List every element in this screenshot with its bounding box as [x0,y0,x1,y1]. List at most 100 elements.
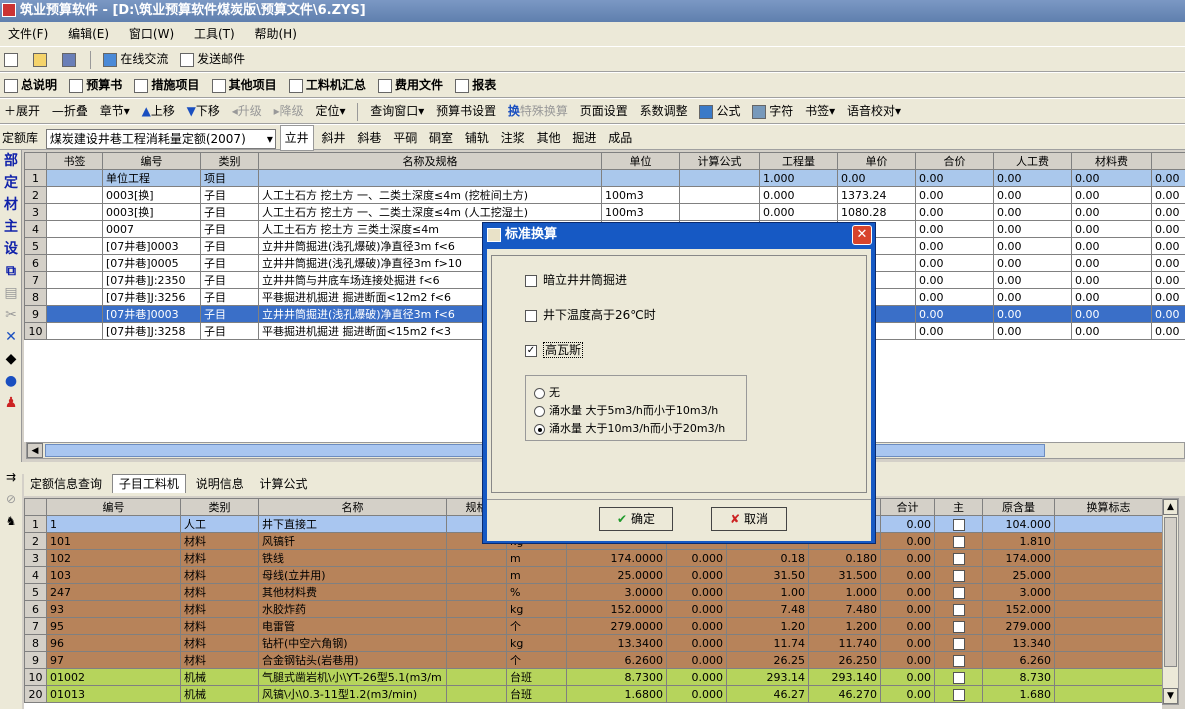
quota-filter-button[interactable]: 成品 [604,126,636,150]
row-number[interactable]: 8 [24,288,47,306]
quota-filter-button[interactable]: 铺轨 [461,126,493,150]
code-cell[interactable]: [07井巷]0005 [102,254,201,272]
table-row[interactable]: 7 95 材料 电雷管 个 279.0000 0.000 1.20 1.200 0.00 279.0… [24,617,1162,635]
table-row[interactable]: 8 96 材料 钻杆(中空六角钢) kg 13.3400 0.000 11.74 11.740 0… [24,634,1162,652]
type-cell[interactable]: 材料 [180,532,259,550]
main-material-checkbox[interactable] [952,518,965,531]
extra-cell[interactable]: 0.00 [1151,169,1185,187]
quota-filter-button[interactable]: 硐室 [425,126,457,150]
code-cell[interactable]: [07井巷]J:2350 [102,271,201,289]
unit-cell[interactable]: 100m3 [601,203,680,221]
type-cell[interactable]: 人工 [180,515,259,533]
budget-settings-button[interactable]: 预算书设置 [432,99,500,123]
main-material-checkbox[interactable] [952,569,965,582]
checkbox-high-gas[interactable]: ✓ [525,344,537,357]
flag-cell[interactable] [1054,549,1162,567]
flag-cell[interactable] [1054,532,1162,550]
main-material-checkbox[interactable] [952,620,965,633]
radio-inflow-5-10[interactable]: 涌水量 大于5m3/h而小于10m3/h [534,402,718,418]
orig-cell[interactable]: 13.340 [982,634,1055,652]
extra-cell[interactable]: 0.00 [1151,220,1185,238]
spec-cell[interactable] [446,566,507,584]
col-header[interactable]: 书签 [46,152,103,170]
labor-cell[interactable]: 0.00 [993,288,1072,306]
type-cell[interactable]: 子目 [200,288,259,306]
main-material-checkbox[interactable] [952,654,965,667]
bookmark-button[interactable]: 书签▾ [801,99,839,123]
page-setup-button[interactable]: 页面设置 [576,99,632,123]
main-cell[interactable] [934,634,983,652]
delete-icon[interactable]: ✕ [0,326,22,348]
qty-cell[interactable]: 1.6800 [566,685,667,703]
extra-cell[interactable]: 0.00 [1151,203,1185,221]
type-cell[interactable]: 子目 [200,305,259,323]
col-header[interactable]: 合计 [880,498,935,516]
name-cell[interactable]: 人工土石方 挖土方 一、二类土深度≤4m (人工挖湿土) [258,203,602,221]
type-cell[interactable]: 材料 [180,600,259,618]
flag-cell[interactable] [1054,668,1162,686]
total-cell[interactable]: 0.00 [915,271,994,289]
sum-cell[interactable]: 0.00 [880,583,935,601]
total-cell[interactable]: 0.00 [915,203,994,221]
formula-button[interactable]: 公式 [695,99,744,123]
spec-cell[interactable] [446,583,507,601]
price-cell[interactable]: 0.00 [837,169,916,187]
price-cell[interactable]: 293.14 [726,668,809,686]
total-cell[interactable]: 0.00 [915,305,994,323]
tab-measures[interactable]: 措施项目 [130,73,203,97]
bookmark-cell[interactable] [46,288,103,306]
price2-cell[interactable]: 11.740 [808,634,881,652]
scroll-down-icon[interactable]: ▼ [1163,688,1178,704]
unit-cell[interactable]: % [506,583,567,601]
option-high-temp[interactable]: 井下温度高于26℃时 [525,306,656,323]
scrollbar-thumb[interactable] [1164,517,1177,667]
checkbox-dark-shaft[interactable] [525,274,537,287]
radio-none-dot[interactable] [534,387,545,399]
spec-cell[interactable] [446,600,507,618]
flag-cell[interactable] [1054,515,1162,533]
table-row[interactable]: 20 01013 机械 风镐\小\0.3-11型1.2(m3/min) 台班 1.6800… [24,685,1162,703]
unit-cell[interactable]: 个 [506,617,567,635]
new-file-button[interactable] [0,47,25,71]
bookmark-cell[interactable] [46,305,103,323]
row-number[interactable]: 7 [24,617,47,635]
qty-cell[interactable]: 152.0000 [566,600,667,618]
material-cell[interactable]: 0.00 [1071,237,1152,255]
tab-report[interactable]: 报表 [451,73,500,97]
material-cell[interactable]: 0.00 [1071,271,1152,289]
row-number[interactable]: 1 [24,515,47,533]
orig-cell[interactable]: 279.000 [982,617,1055,635]
radio-inflow-5-10-dot[interactable] [534,405,545,417]
total-cell[interactable]: 0.00 [915,322,994,340]
collapse-button[interactable]: —折叠 [48,99,92,123]
name-cell[interactable] [258,169,602,187]
orig-cell[interactable]: 1.680 [982,685,1055,703]
row-number[interactable]: 1 [24,169,47,187]
ok-button[interactable]: ✔ 确定 [599,507,673,531]
table-row[interactable]: 6 93 材料 水胶炸药 kg 152.0000 0.000 7.48 7.480 0.00 152… [24,600,1162,618]
insert-icon[interactable]: ⇉ [0,466,22,488]
price2-cell[interactable]: 0.180 [808,549,881,567]
extra-cell[interactable]: 0.00 [1151,186,1185,204]
row-number[interactable]: 8 [24,634,47,652]
price-cell[interactable]: 31.50 [726,566,809,584]
menu-help[interactable]: 帮助(H) [246,22,304,46]
menu-edit[interactable]: 编辑(E) [60,22,117,46]
material-cell[interactable]: 0.00 [1071,288,1152,306]
code-cell[interactable]: 95 [46,617,181,635]
bookmark-cell[interactable] [46,220,103,238]
table-row[interactable]: 3 0003[换] 子目 人工土石方 挖土方 一、二类土深度≤4m (人工挖湿土) 10… [24,203,1185,221]
tab-material-summary[interactable]: 工料机汇总 [285,73,370,97]
sum-cell[interactable]: 0.00 [880,600,935,618]
left-tool-button[interactable]: 定 [0,172,22,194]
menu-file[interactable]: 文件(F) [0,22,56,46]
locate-button[interactable]: 定位▾ [311,99,349,123]
qty2-cell[interactable]: 0.000 [666,617,727,635]
main-cell[interactable] [934,685,983,703]
bookmark-cell[interactable] [46,203,103,221]
row-number[interactable]: 3 [24,203,47,221]
row-number[interactable]: 5 [24,583,47,601]
orig-cell[interactable]: 174.000 [982,549,1055,567]
radio-none[interactable]: 无 [534,384,560,400]
orig-cell[interactable]: 8.730 [982,668,1055,686]
